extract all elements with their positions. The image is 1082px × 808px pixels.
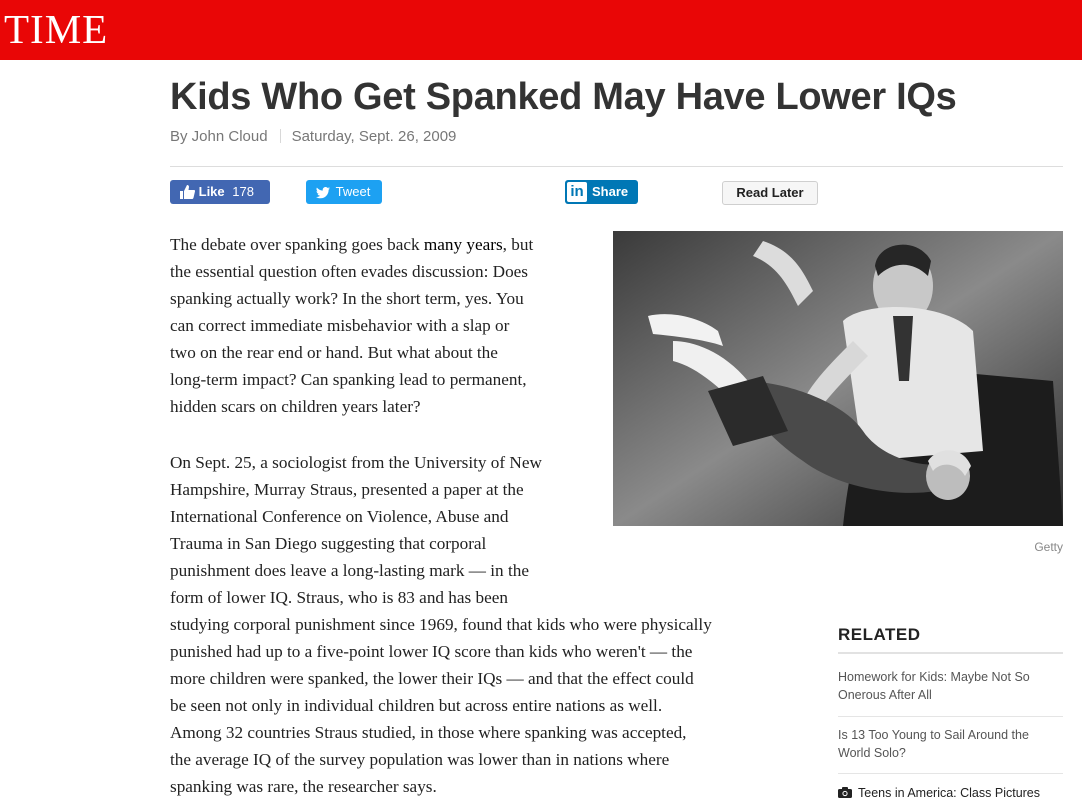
share-label: Share	[592, 184, 629, 199]
article-line: punished had up to a five-point lower IQ…	[170, 642, 693, 661]
spanking-photo-illustration	[613, 231, 1063, 526]
article-line-text: , but	[502, 235, 534, 254]
thumbs-up-icon	[180, 184, 196, 199]
article-line: long-term impact? Can spanking lead to p…	[170, 370, 527, 389]
related-separator	[838, 773, 1063, 774]
related-link-class-pictures[interactable]: Teens in America: Class Pictures	[838, 784, 1063, 803]
article-line: can correct immediate misbehavior with a…	[170, 316, 510, 335]
article-line: be seen not only in individual children …	[170, 696, 663, 715]
related-label: Teens in America: Class Pictures	[858, 786, 1041, 800]
twitter-bird-icon	[316, 184, 330, 199]
tweet-label: Tweet	[335, 184, 371, 199]
article-line: more children were spanked, the lower th…	[170, 669, 694, 688]
like-count: 178	[232, 184, 254, 199]
related-heading: RELATED	[838, 625, 921, 644]
article-line-text: The debate over spanking goes back	[170, 235, 424, 254]
camera-icon	[838, 785, 852, 803]
byline-divider	[279, 129, 281, 143]
facebook-like-button[interactable]: Like 178	[170, 180, 270, 204]
linkedin-share-button[interactable]: in Share	[565, 180, 638, 204]
time-logo[interactable]: TIME	[4, 6, 108, 52]
article-paragraph-1: The debate over spanking goes back many …	[170, 231, 590, 420]
byline: By John Cloud Saturday, Sept. 26, 2009	[170, 128, 456, 146]
article-line: two on the rear end or hand. But what ab…	[170, 343, 498, 362]
article-line: spanking was rare, the researcher says.	[170, 777, 437, 796]
article-line: the average IQ of the survey population …	[170, 750, 670, 769]
article-paragraph-3: studying corporal punishment since 1969,…	[170, 611, 790, 800]
related-link-homework[interactable]: Homework for Kids: Maybe Not So Onerous …	[838, 668, 1063, 704]
inline-link-many-years[interactable]: many years	[424, 235, 503, 254]
author[interactable]: By John Cloud	[170, 128, 268, 145]
linkedin-icon: in	[567, 182, 587, 202]
publish-date: Saturday, Sept. 26, 2009	[291, 128, 457, 145]
header-divider	[170, 166, 1063, 167]
related-separator	[838, 716, 1063, 717]
article-paragraph-2: On Sept. 25, a sociologist from the Univ…	[170, 449, 590, 611]
article-photo	[613, 231, 1063, 526]
article-line: Trauma in San Diego suggesting that corp…	[170, 534, 487, 553]
article-line: the essential question often evades disc…	[170, 262, 529, 281]
related-divider	[838, 652, 1063, 654]
article-line: The debate over spanking goes back many …	[170, 231, 590, 258]
like-label: Like	[198, 184, 225, 199]
read-later-button[interactable]: Read Later	[722, 181, 818, 205]
article-line: form of lower IQ. Straus, who is 83 and …	[170, 588, 508, 607]
article-line: studying corporal punishment since 1969,…	[170, 615, 712, 634]
photo-credit: Getty	[1034, 540, 1063, 554]
masthead: TIME	[0, 0, 1082, 60]
article-line: hidden scars on children years later?	[170, 397, 421, 416]
tweet-button[interactable]: Tweet	[306, 180, 382, 204]
article-line: spanking actually work? In the short ter…	[170, 289, 524, 308]
article-line: punishment does leave a long-lasting mar…	[170, 561, 529, 580]
article-line: International Conference on Violence, Ab…	[170, 507, 509, 526]
related-link-sail-solo[interactable]: Is 13 Too Young to Sail Around the World…	[838, 726, 1063, 762]
article-line: Hampshire, Murray Straus, presented a pa…	[170, 480, 524, 499]
article-line: On Sept. 25, a sociologist from the Univ…	[170, 453, 542, 472]
article-line: Among 32 countries Straus studied, in th…	[170, 723, 687, 742]
article-headline: Kids Who Get Spanked May Have Lower IQs	[170, 76, 957, 118]
